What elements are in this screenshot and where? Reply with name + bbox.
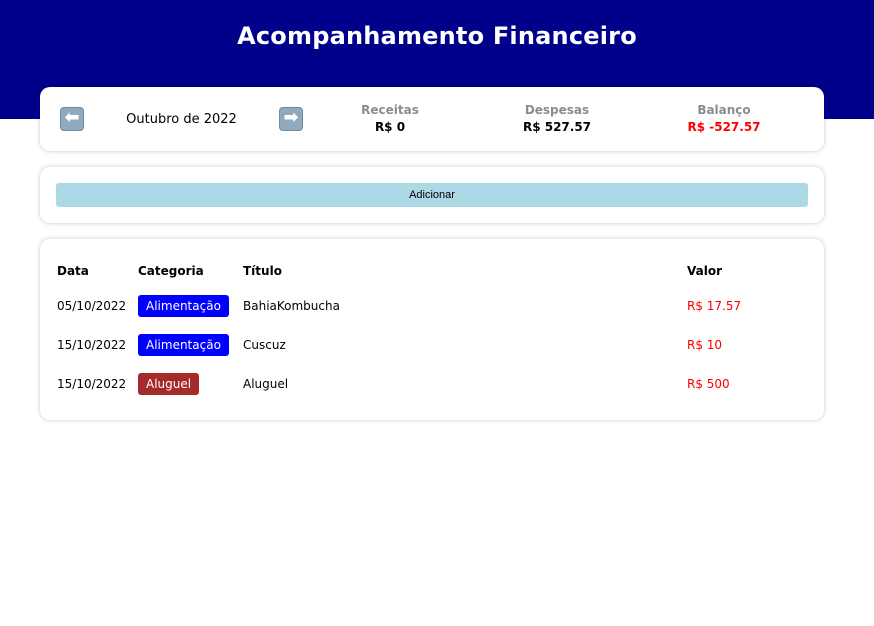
row-value: R$ 500 — [687, 377, 730, 391]
current-month: Outubro de 2022 — [126, 112, 237, 127]
balance-value: R$ -527.57 — [687, 120, 761, 134]
row-date: 15/10/2022 — [57, 338, 127, 352]
income-summary: Receitas R$ 0 — [310, 103, 470, 134]
right-arrow-icon[interactable]: ➡ — [279, 107, 303, 131]
income-label: Receitas — [361, 103, 419, 117]
row-date: 15/10/2022 — [57, 377, 127, 391]
expense-value: R$ 527.57 — [522, 120, 592, 134]
category-badge: Aluguel — [138, 373, 200, 395]
category-badge: Alimentação — [138, 334, 229, 356]
income-value: R$ 0 — [374, 120, 406, 134]
table-row: 15/10/2022 Alimentação Cuscuz R$ 10 — [40, 334, 824, 358]
balance-summary: Balanço R$ -527.57 — [644, 103, 804, 134]
category-badge: Alimentação — [138, 295, 229, 317]
add-panel: Adicionar — [40, 167, 824, 223]
header-title: Título — [243, 264, 282, 278]
row-value: R$ 10 — [687, 338, 723, 352]
header-category: Categoria — [138, 264, 204, 278]
transactions-table: Data Categoria Título Valor 05/10/2022 A… — [40, 239, 824, 420]
left-arrow-icon[interactable]: ⬅ — [60, 107, 84, 131]
info-panel: ⬅ Outubro de 2022 ➡ Receitas R$ 0 Despes… — [40, 87, 824, 151]
table-row: 15/10/2022 Aluguel Aluguel R$ 500 — [40, 373, 824, 397]
row-date: 05/10/2022 — [57, 299, 127, 313]
balance-label: Balanço — [697, 103, 751, 117]
expense-label: Despesas — [524, 103, 590, 117]
row-title: BahiaKombucha — [243, 299, 340, 313]
row-title: Cuscuz — [243, 338, 286, 352]
header-date: Data — [57, 264, 89, 278]
expense-summary: Despesas R$ 527.57 — [477, 103, 637, 134]
row-value: R$ 17.57 — [687, 299, 742, 313]
row-title: Aluguel — [243, 377, 289, 391]
header-value: Valor — [687, 264, 723, 278]
add-button[interactable]: Adicionar — [56, 183, 808, 207]
page-title: Acompanhamento Financeiro — [237, 22, 637, 50]
table-row: 05/10/2022 Alimentação BahiaKombucha R$ … — [40, 295, 824, 319]
